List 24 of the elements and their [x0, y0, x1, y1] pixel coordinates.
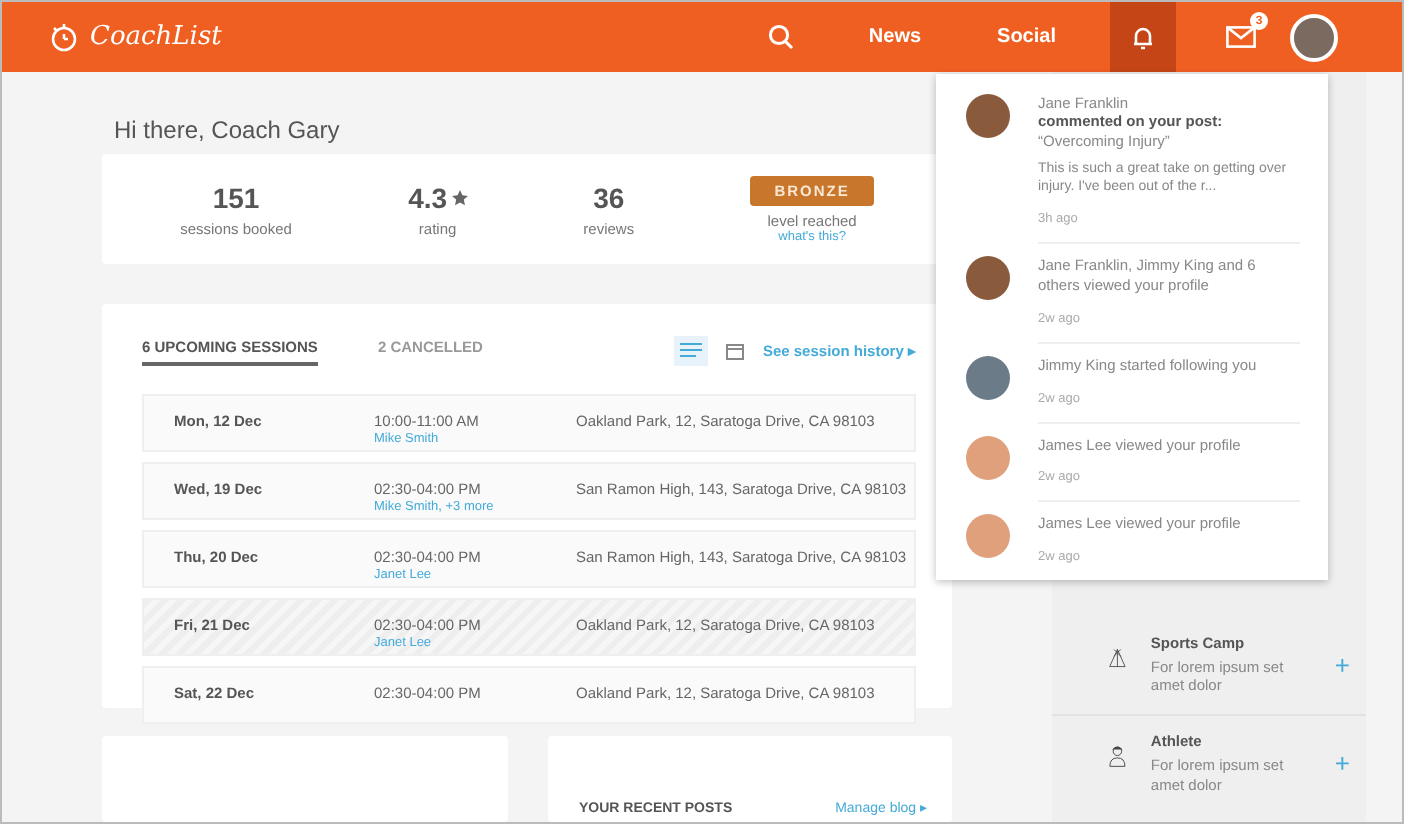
avatar-circle [966, 256, 1010, 301]
notifications-button[interactable] [1110, 2, 1176, 72]
search-icon [768, 24, 795, 50]
bell-icon [1132, 25, 1154, 49]
calendar-icon [726, 342, 745, 360]
stat-value: 4.3 [408, 181, 448, 214]
list-icon [680, 342, 703, 360]
avatar-circle [966, 355, 1010, 400]
add-button[interactable]: + [1334, 748, 1350, 779]
avatar-circle [966, 435, 1010, 480]
stat-value: 36 [593, 181, 625, 214]
greeting-text: Hi there, Coach Gary [114, 116, 342, 148]
view-toggle[interactable] [674, 336, 709, 366]
nav-link[interactable]: Social [997, 26, 1056, 48]
stat-value: 151 [212, 181, 260, 214]
avatar-circle [966, 514, 1010, 559]
nav-link[interactable]: News [868, 26, 922, 48]
star-icon [451, 189, 468, 206]
envelope-icon [1226, 26, 1256, 48]
logo-text: CoachList [90, 22, 222, 52]
avatar-circle [966, 94, 1010, 138]
stopwatch-icon [50, 22, 78, 52]
add-button[interactable]: + [1334, 649, 1350, 679]
avatar-circle[interactable] [1290, 13, 1338, 61]
